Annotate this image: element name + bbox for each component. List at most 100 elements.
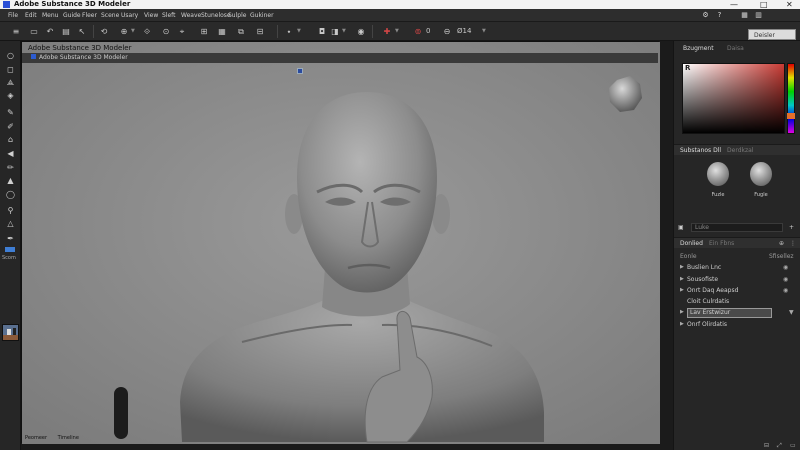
menu-scene[interactable]: Scene bbox=[101, 9, 119, 22]
panel-icon[interactable]: ▥ bbox=[753, 10, 764, 21]
viewport-footer-tab[interactable]: Timeline bbox=[58, 435, 79, 441]
layers-section-inactive-tab[interactable]: Ein Fbns bbox=[709, 240, 734, 247]
active-color-swatch[interactable] bbox=[5, 247, 15, 252]
undo-icon[interactable]: ↶ bbox=[44, 25, 56, 38]
search-input[interactable]: Deisler bbox=[748, 29, 796, 40]
zoom-icon[interactable]: ⊙ bbox=[160, 25, 172, 38]
tab-bzugment[interactable]: Bzugment bbox=[680, 44, 717, 54]
menu-edit[interactable]: Edit bbox=[25, 9, 37, 22]
target-dropdown-caret[interactable]: ▼ bbox=[131, 25, 137, 38]
add-icon[interactable]: + bbox=[789, 222, 794, 233]
panel-close-icon[interactable]: ▭ bbox=[790, 442, 796, 449]
cursor-icon[interactable]: ↖ bbox=[76, 25, 88, 38]
expand-caret-icon[interactable]: ▶ bbox=[680, 262, 684, 273]
panel-expand-icon[interactable]: ⤢ bbox=[777, 442, 782, 450]
zoom-level[interactable]: Ø14 bbox=[457, 25, 471, 38]
select-icon[interactable]: ◻ bbox=[4, 64, 17, 76]
expand-caret-icon[interactable]: ▶ bbox=[680, 274, 684, 285]
close-button[interactable]: ✕ bbox=[786, 0, 793, 9]
layer-row-selected[interactable]: ▶ Lav Erstwizur ▼ bbox=[674, 307, 800, 318]
transform-icon[interactable]: ⟐ bbox=[141, 25, 153, 38]
audio-icon[interactable]: ◨ bbox=[329, 25, 341, 38]
flatten-icon[interactable]: ⚲ bbox=[4, 205, 17, 217]
paint-dropdown-caret[interactable]: ▼ bbox=[395, 25, 401, 38]
maximize-button[interactable]: □ bbox=[760, 0, 768, 9]
material-sphere-icon[interactable] bbox=[750, 162, 772, 186]
stamp-dropdown-caret[interactable]: ▼ bbox=[297, 25, 303, 38]
3d-viewport[interactable]: Adobe Substance 3D Modeler Adobe Substan… bbox=[21, 41, 660, 444]
grid-view-icon[interactable]: ⊞ bbox=[198, 25, 210, 38]
gear-icon[interactable]: ⚙ bbox=[700, 10, 711, 21]
menu-fleer[interactable]: Fleer bbox=[82, 9, 97, 22]
eyedrop-icon[interactable]: ✒ bbox=[4, 233, 17, 245]
menu-grip-icon[interactable]: ≡ bbox=[10, 25, 22, 38]
current-color-swatch[interactable] bbox=[787, 113, 795, 119]
snap-icon[interactable]: ⌖ bbox=[176, 25, 188, 38]
expand-caret-icon[interactable]: ▶ bbox=[680, 285, 684, 296]
material-sphere-icon[interactable] bbox=[707, 162, 729, 186]
layer-row[interactable]: ▶ Onrt Daq Aeapsd ◉ bbox=[674, 285, 800, 296]
menu-sleft[interactable]: Sleft bbox=[162, 9, 176, 22]
rotate-icon[interactable]: ⟲ bbox=[98, 25, 110, 38]
target-icon[interactable]: ⊕ bbox=[118, 25, 130, 38]
expand-caret-icon[interactable]: ▶ bbox=[680, 307, 684, 318]
paint-bucket-icon[interactable]: ✚ bbox=[381, 25, 393, 38]
menu-gukiner[interactable]: Gukiner bbox=[250, 9, 274, 22]
hue-slider[interactable] bbox=[787, 63, 795, 134]
layers-add-icon[interactable]: ⊕ bbox=[779, 238, 784, 249]
help-icon[interactable]: ? bbox=[714, 10, 725, 21]
eye-icon[interactable]: ◉ bbox=[783, 262, 788, 273]
material-search-input[interactable]: Luke bbox=[691, 223, 783, 232]
tab-daisa[interactable]: Daisa bbox=[724, 44, 747, 54]
layer-row[interactable]: ▶ Buslien Lnc ◉ bbox=[674, 262, 800, 273]
move-icon[interactable]: ⟁ bbox=[4, 77, 17, 89]
save-icon[interactable]: ▤ bbox=[60, 25, 72, 38]
folder-icon[interactable]: ▣ bbox=[678, 224, 684, 231]
brush-icon[interactable]: ✏ bbox=[4, 162, 17, 174]
viewport-footer-tab[interactable]: Peomeer bbox=[25, 435, 47, 441]
materials-section-header[interactable]: Substanos Dll Derdkzal bbox=[674, 144, 800, 155]
layer-row[interactable]: ▶ Sousofiste ◉ bbox=[674, 274, 800, 285]
arrow-icon[interactable]: ◀ bbox=[4, 148, 17, 160]
smooth-icon[interactable]: ▲ bbox=[4, 175, 17, 187]
menu-stunelose[interactable]: Stunelose bbox=[201, 9, 231, 22]
menu-usary[interactable]: Usary bbox=[121, 9, 138, 22]
link-icon[interactable]: ⊖ bbox=[441, 25, 453, 38]
audio-dropdown-caret[interactable]: ▼ bbox=[342, 25, 348, 38]
mesh-icon[interactable]: ⊟ bbox=[254, 25, 266, 38]
pen-icon[interactable]: ✎ bbox=[4, 107, 17, 119]
menu-menu[interactable]: Menu bbox=[42, 9, 58, 22]
layers-menu-icon[interactable]: ⋮ bbox=[790, 238, 796, 249]
stamp-icon[interactable]: ⬩ bbox=[283, 25, 295, 38]
lasso-icon[interactable]: ○ bbox=[4, 50, 17, 62]
new-file-icon[interactable]: ▭ bbox=[28, 25, 40, 38]
minimize-button[interactable]: — bbox=[730, 0, 738, 9]
layer-dropdown-caret[interactable]: ▼ bbox=[789, 307, 794, 318]
menu-sulple[interactable]: Sulple bbox=[228, 9, 246, 22]
menu-view[interactable]: View bbox=[144, 9, 158, 22]
color-picker-field[interactable] bbox=[682, 63, 785, 134]
preview-thumbnail[interactable] bbox=[2, 324, 19, 341]
menu-file[interactable]: File bbox=[8, 9, 18, 22]
layer-row[interactable]: ▶ Onrf Olirdatis bbox=[674, 319, 800, 330]
sculpted-head-model[interactable] bbox=[22, 42, 660, 444]
layer-row[interactable]: Cloit Culrdatis bbox=[674, 296, 800, 307]
eye-icon[interactable]: ◉ bbox=[783, 274, 788, 285]
playback-icon[interactable]: ◉ bbox=[355, 25, 367, 38]
zoom-dropdown-caret[interactable]: ▼ bbox=[482, 25, 488, 38]
materials-section-inactive-tab[interactable]: Derdkzal bbox=[727, 147, 753, 154]
panel-dock-icon[interactable]: ⊟ bbox=[764, 442, 769, 449]
eye-icon[interactable]: ◉ bbox=[783, 285, 788, 296]
clay-icon[interactable]: ✐ bbox=[4, 121, 17, 133]
knife-icon[interactable]: △ bbox=[4, 218, 17, 230]
menu-weave[interactable]: Weave bbox=[181, 9, 201, 22]
layers-section-header[interactable]: Donlied Ein Fbns ⊕ ⋮ bbox=[674, 237, 800, 248]
expand-caret-icon[interactable]: ▶ bbox=[680, 319, 684, 330]
inflate-icon[interactable]: ◯ bbox=[4, 189, 17, 201]
pivot-marker-icon[interactable] bbox=[297, 68, 303, 74]
layers-icon[interactable]: ⧉ bbox=[235, 25, 247, 38]
menu-guide[interactable]: Guide bbox=[63, 9, 81, 22]
camera-icon[interactable]: ◘ bbox=[316, 25, 328, 38]
record-icon[interactable]: ⊚ bbox=[412, 25, 424, 38]
frame-icon[interactable]: ▦ bbox=[216, 25, 228, 38]
